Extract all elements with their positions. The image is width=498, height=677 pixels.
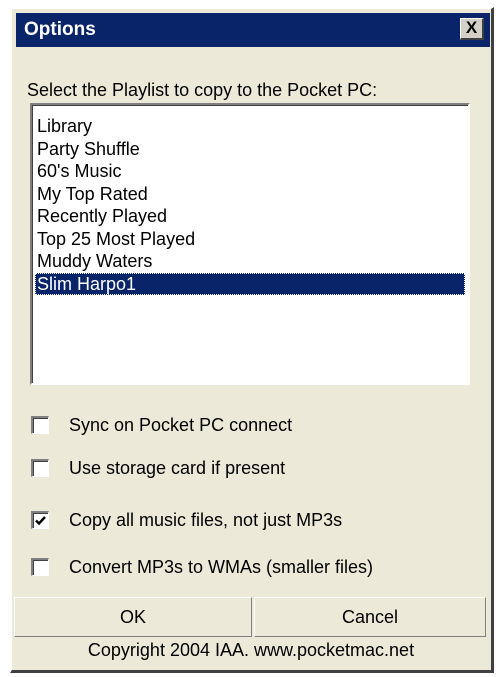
playlist-item[interactable]: My Top Rated — [35, 183, 465, 206]
close-button[interactable]: X — [460, 18, 484, 40]
title-bar[interactable]: Options X — [16, 13, 490, 47]
playlist-item[interactable]: Slim Harpo1 — [35, 272, 465, 295]
storage-card-option-label[interactable]: Use storage card if present — [69, 456, 285, 480]
playlist-prompt: Select the Playlist to copy to the Pocke… — [27, 80, 378, 100]
convert-wma-option-label[interactable]: Convert MP3s to WMAs (smaller files) — [69, 555, 373, 579]
storage-card-checkbox[interactable] — [31, 459, 49, 477]
checkmark-icon — [35, 516, 46, 526]
playlist-item[interactable]: Library — [35, 115, 465, 138]
ok-button[interactable]: OK — [14, 597, 252, 637]
sync-option-label[interactable]: Sync on Pocket PC connect — [69, 413, 292, 437]
copy-all-checkbox[interactable] — [31, 511, 49, 529]
playlist-items: Library Party Shuffle 60's Music My Top … — [35, 115, 465, 295]
sync-checkbox[interactable] — [31, 416, 49, 434]
window-title: Options — [24, 19, 96, 40]
cancel-button[interactable]: Cancel — [254, 597, 486, 637]
copyright-footer: Copyright 2004 IAA. www.pocketmac.net — [87, 640, 415, 660]
convert-wma-checkbox[interactable] — [31, 558, 49, 576]
close-icon: X — [465, 18, 478, 37]
playlist-item[interactable]: Top 25 Most Played — [35, 228, 465, 251]
playlist-listbox[interactable]: Library Party Shuffle 60's Music My Top … — [30, 103, 470, 385]
playlist-item[interactable]: Recently Played — [35, 205, 465, 228]
copy-all-option-label[interactable]: Copy all music files, not just MP3s — [69, 508, 342, 532]
playlist-item[interactable]: Muddy Waters — [35, 250, 465, 273]
button-row: OK Cancel — [14, 597, 488, 639]
playlist-item[interactable]: Party Shuffle — [35, 138, 465, 161]
playlist-item[interactable]: 60's Music — [35, 160, 465, 183]
